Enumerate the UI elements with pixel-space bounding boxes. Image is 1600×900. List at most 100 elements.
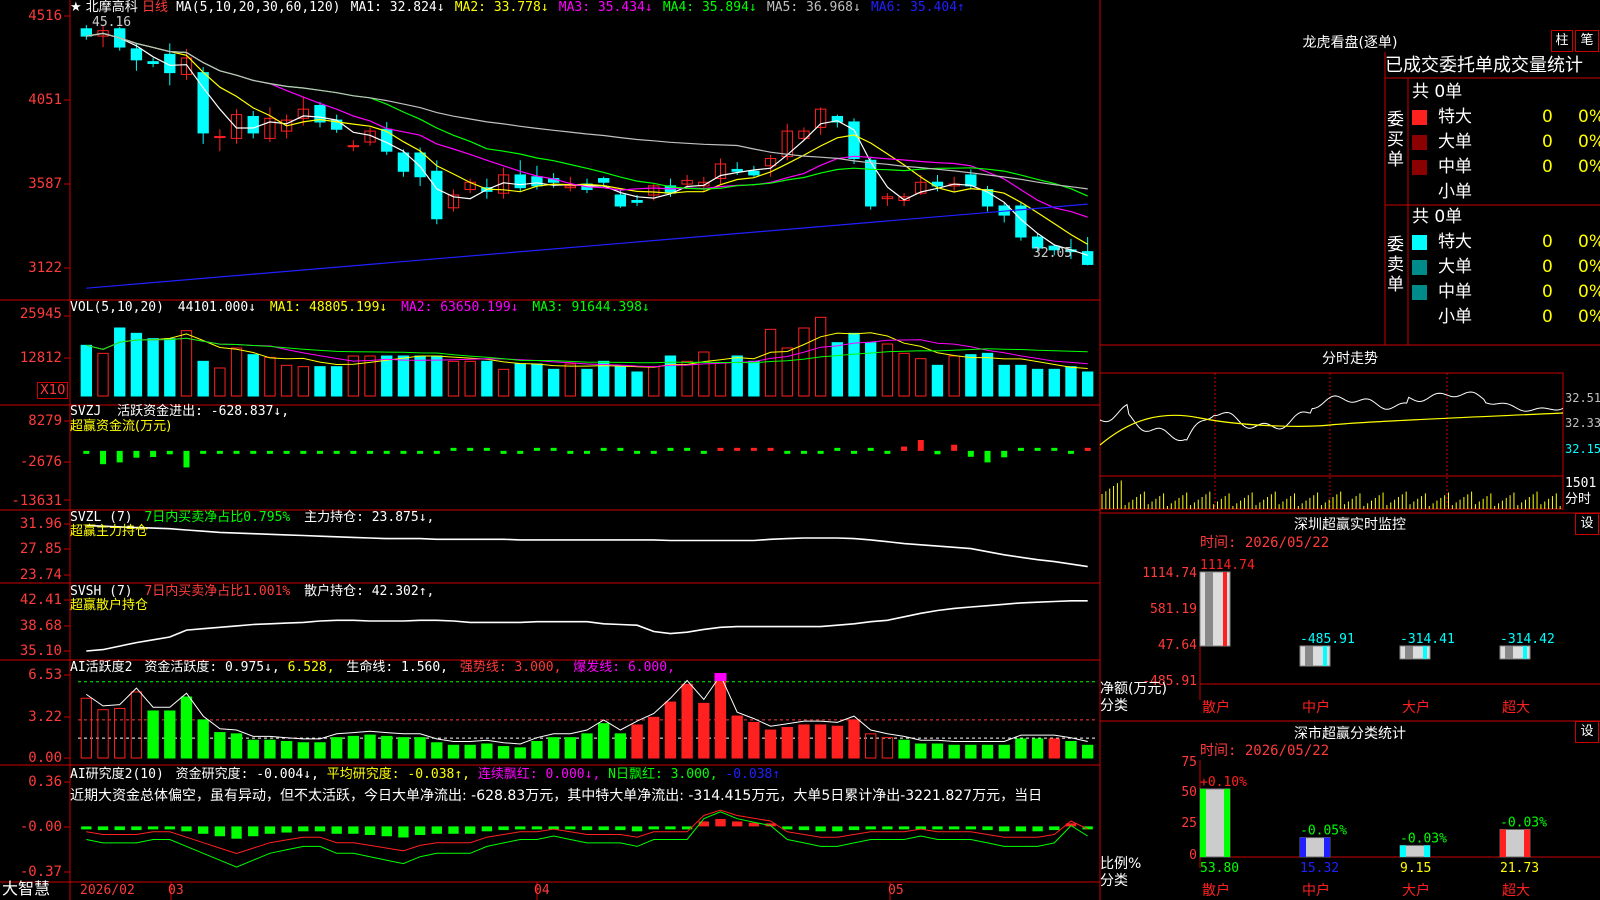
flow-bar xyxy=(750,447,757,451)
price-chart xyxy=(80,25,1094,289)
flow-bar xyxy=(183,450,190,468)
svzj-axis-label: -13631 xyxy=(11,493,62,509)
sz-bar-shade xyxy=(1505,646,1513,659)
volume-bar xyxy=(598,360,610,397)
fl-bar xyxy=(1299,837,1331,858)
ai1-title: AI活跃度2 xyxy=(70,660,133,675)
ai1-label1: 资金活跃度: 0.975↓, xyxy=(144,660,280,675)
order-count: 0 xyxy=(1542,132,1553,152)
fl-bar-value: 15.32 xyxy=(1300,861,1339,876)
sz-settings-button[interactable]: 设 xyxy=(1575,513,1599,535)
sz-bar xyxy=(1399,645,1431,660)
flow-bar xyxy=(667,447,674,451)
sz-category-label: 超大 xyxy=(1502,700,1530,716)
research-bar xyxy=(231,826,242,839)
volume-bar xyxy=(898,352,910,397)
order-size-label: 特大 xyxy=(1438,107,1472,127)
volume-bar xyxy=(180,330,193,397)
stock-name: 北摩高科 xyxy=(85,0,138,15)
sz-bar-edge xyxy=(1423,646,1427,659)
bar-mode-button[interactable]: 柱 xyxy=(1551,30,1573,52)
volume-bar xyxy=(798,327,810,397)
candle xyxy=(514,174,526,189)
ma2-label: MA2: 33.778↓ xyxy=(454,0,549,15)
fl-category-label: 超大 xyxy=(1502,883,1530,899)
ai2-label5: -0.038↑ xyxy=(725,767,781,782)
sz-bar-value: -314.41 xyxy=(1400,632,1455,647)
vol-unit-label[interactable]: X10 xyxy=(37,382,69,399)
tick-mode-button[interactable]: 笔 xyxy=(1575,30,1599,52)
candle xyxy=(731,168,743,172)
research-bar xyxy=(248,826,259,837)
order-pct: 0% xyxy=(1578,282,1600,302)
volume-bar xyxy=(381,355,393,397)
flow-bar xyxy=(650,450,657,454)
flow-bar xyxy=(901,446,908,451)
candle xyxy=(397,152,410,172)
ai1-label3: 生命线: 1.560, xyxy=(346,660,449,675)
sz-category-label: 散户 xyxy=(1202,699,1230,716)
flow-bar xyxy=(717,447,724,451)
fenshi-avg-line xyxy=(1099,412,1564,446)
ma6-label: MA6: 35.404↑ xyxy=(870,0,965,15)
research-bar xyxy=(715,818,726,827)
period-label[interactable]: 日线 xyxy=(142,0,168,15)
activity-bar xyxy=(814,724,827,759)
ai1-axis-label: 3.22 xyxy=(28,709,62,725)
svzl-axis-label: 31.96 xyxy=(19,516,62,532)
activity-bar xyxy=(330,737,343,759)
order-pct: 0% xyxy=(1578,232,1600,252)
logo-label: 大智慧 xyxy=(2,879,51,898)
activity-bar xyxy=(1015,738,1027,759)
sz-axis-label: 1114.74 xyxy=(1142,566,1197,581)
activity-bar xyxy=(497,746,510,759)
signal-marker xyxy=(714,673,727,681)
fl-category-label: 散户 xyxy=(1202,882,1230,899)
x-axis-label: 03 xyxy=(168,883,184,898)
vol-title: VOL(5,10,20) xyxy=(70,300,164,315)
research-bar xyxy=(97,826,109,831)
activity-bar xyxy=(848,719,860,759)
activity-bar xyxy=(764,729,777,759)
order-size-label: 大单 xyxy=(1438,257,1472,277)
svzj-title: SVZJ xyxy=(70,404,102,419)
activity-bar xyxy=(214,732,226,759)
research-bar xyxy=(131,826,142,831)
research-bar xyxy=(448,826,459,834)
volume-bar xyxy=(648,366,660,397)
research-bar xyxy=(114,826,125,831)
fenshi-axis-label: 32.15 xyxy=(1565,442,1600,456)
research-bar xyxy=(264,826,276,834)
ai2-label4: N日飘红: 3.000, xyxy=(608,767,718,782)
svzj-chart xyxy=(83,440,1091,468)
activity-bar xyxy=(164,710,176,759)
volume-bar xyxy=(164,338,176,397)
research-bar xyxy=(832,826,843,832)
activity-bar xyxy=(698,702,710,759)
volume-bar xyxy=(280,364,293,397)
flow-bar xyxy=(100,450,107,465)
star-icon[interactable]: ★ xyxy=(70,0,82,15)
volume-chart xyxy=(80,316,1094,397)
vol-ma1: MA1: 48805.199↓ xyxy=(269,300,388,315)
sz-bar-shade xyxy=(1305,646,1313,666)
flow-bar xyxy=(316,450,323,454)
research-bar xyxy=(598,826,609,831)
research-bar xyxy=(1015,826,1027,832)
sz-unit-label: 净额(万元) xyxy=(1100,681,1167,697)
ma3-label: MA3: 35.434↓ xyxy=(558,0,653,15)
activity-bar xyxy=(147,710,159,759)
volume-bar xyxy=(431,355,443,397)
volume-bar xyxy=(214,367,226,397)
svsh-axis-label: 42.41 xyxy=(19,592,62,608)
fl-settings-button[interactable]: 设 xyxy=(1575,721,1599,743)
flow-bar xyxy=(600,447,607,451)
fl-category-label: 大户 xyxy=(1402,882,1430,899)
activity-bar xyxy=(514,747,526,759)
vol-ma3: MA3: 91644.398↓ xyxy=(532,300,650,315)
candle xyxy=(197,72,209,134)
ai2-axis-label: -0.00 xyxy=(19,819,62,835)
flow-bar xyxy=(233,450,240,454)
activity-bar xyxy=(598,723,610,759)
flow-bar xyxy=(567,450,574,454)
